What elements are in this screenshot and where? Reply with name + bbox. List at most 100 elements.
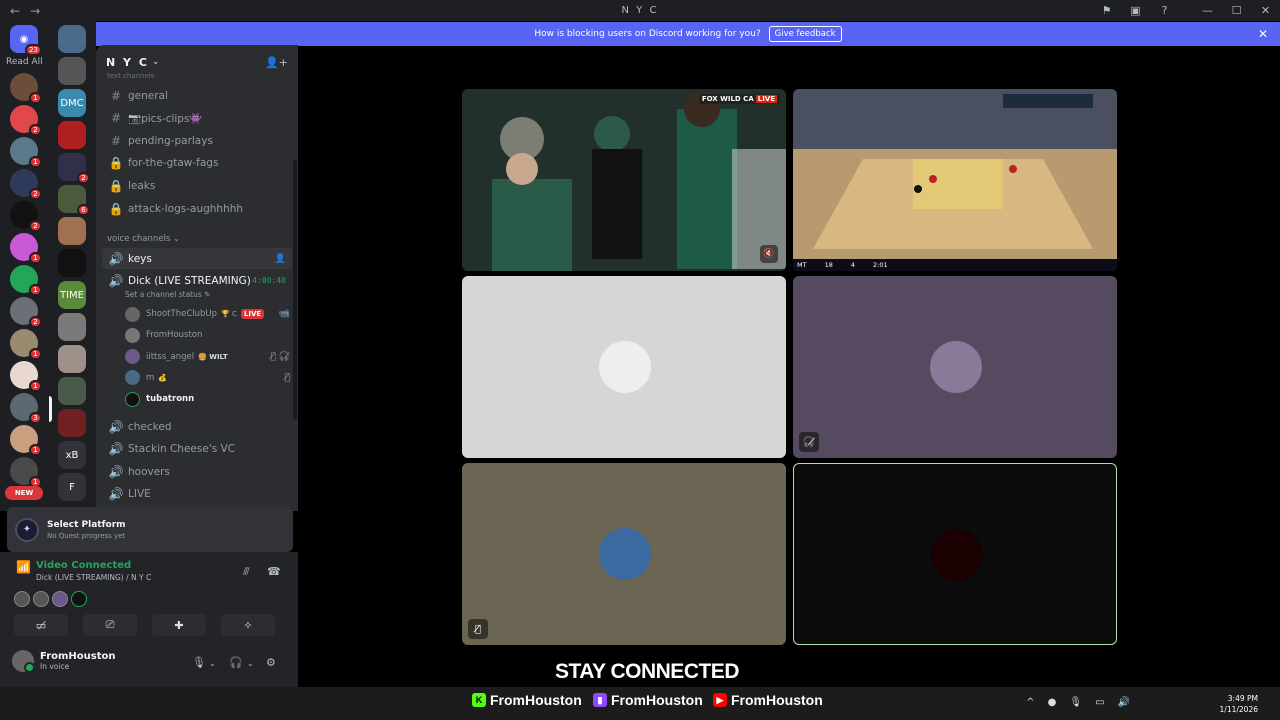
soundboard-icon[interactable]: ✧ [221,614,275,636]
camera-off-icon[interactable]: ▭̸ [14,614,68,636]
quest-card[interactable]: ✦ Select Platform No Quest progress yet [7,507,293,552]
read-all-button[interactable]: Read All [6,57,43,67]
participant-tile[interactable]: 🎙̸ [462,463,786,645]
avatar[interactable] [33,591,49,607]
server-icon[interactable]: 3 [10,393,42,424]
text-category[interactable]: text channels [107,72,154,80]
server-icon[interactable]: xB [58,441,86,469]
server-icon[interactable] [58,121,86,149]
voice-channel[interactable]: 🔊 Stackin Cheese's VC [102,439,292,460]
text-channel[interactable]: # 📷pics-clips👾 [102,108,292,129]
volume-icon[interactable]: 🔊 [1118,697,1130,708]
server-icon[interactable]: 2 [10,105,42,136]
invite-people-icon[interactable]: 👤+ [265,56,288,69]
server-icon[interactable]: 1 [10,329,42,360]
add-member-icon[interactable]: 👤 [275,254,286,264]
server-icon[interactable] [58,409,86,437]
user-area[interactable]: FromHouston In voice [12,650,116,673]
dm-home-button[interactable]: ◉ 23 [10,25,42,56]
chevron-up-icon[interactable]: ^ [1026,697,1034,708]
stream-tile[interactable]: FOX WILD CA LIVE 🔇 [462,89,786,271]
headphones-icon[interactable]: 🎧 [229,656,243,669]
avatar[interactable] [52,591,68,607]
flag-icon[interactable]: ⚑ [1092,4,1121,17]
close-banner-icon[interactable]: ✕ [1258,27,1268,41]
taskbar-clock[interactable]: 3:49 PM 1/11/2026 [1220,693,1258,715]
app-icon[interactable]: ● [1048,697,1057,708]
server-icon[interactable] [58,25,86,53]
server-icon[interactable]: 2 [10,201,42,232]
server-icon[interactable]: 1 [10,137,42,168]
voice-member[interactable]: m 💰 🎙̸ [125,369,290,387]
voice-member[interactable]: tubatronn [125,390,290,408]
server-icon[interactable]: F [58,473,86,501]
text-channel[interactable]: # pending-parlays [102,130,292,151]
text-channel[interactable]: 🔒 for-the-gtaw-fags [102,153,292,174]
stream-tile[interactable]: MT 18 4 2:01 [793,89,1117,271]
screen-share-icon[interactable]: ⎚ [83,614,137,636]
voice-member[interactable]: FromHouston [125,326,290,344]
avatar[interactable] [71,591,87,607]
participant-tile[interactable]: 🎧̸ [793,276,1117,458]
chevron-down-icon[interactable]: ⌄ [247,659,254,668]
server-icon[interactable] [58,217,86,245]
settings-gear-icon[interactable]: ⚙ [266,656,276,669]
text-channel[interactable]: 🔒 leaks [102,175,292,196]
voice-member[interactable]: iittss_angel 🍔 WILT 🎙̸ 🎧̸ [125,348,290,366]
server-icon[interactable]: TIME [58,281,86,309]
server-icon[interactable]: DMC [58,89,86,117]
microphone-icon[interactable]: 🎙 [1069,697,1082,708]
back-arrow-icon[interactable]: ← [10,4,20,18]
server-icon[interactable] [58,313,86,341]
signal-icon[interactable]: 📶 [16,560,36,582]
chevron-down-icon[interactable]: ⌄ [209,659,216,668]
muted-mic-icon: 🎙̸ [468,619,488,639]
network-icon[interactable]: ▭ [1095,697,1104,708]
server-icon[interactable] [58,249,86,277]
voice-channel-path[interactable]: Dick (LIVE STREAMING) / N Y C [36,573,151,582]
voice-channel[interactable]: 🔊 hoovers [102,461,292,482]
voice-channel-dick[interactable]: 🔊 Dick (LIVE STREAMING) 4:00:40 [102,270,292,291]
voice-member[interactable]: ShootTheClubUp 🏆 C LIVE 📹 [125,305,290,323]
avatar[interactable] [14,591,30,607]
volume-icon[interactable]: 🔇 [760,245,778,263]
server-icon[interactable]: 2 [10,169,42,200]
server-icon[interactable]: 6 [58,185,90,216]
server-icon[interactable]: 2 [58,153,90,184]
give-feedback-button[interactable]: Give feedback [768,26,842,42]
forward-arrow-icon[interactable]: → [30,4,40,18]
server-icon[interactable]: 2 [10,297,42,328]
server-icon[interactable] [58,57,86,85]
minimize-button[interactable]: — [1193,4,1222,17]
server-icon[interactable] [58,377,86,405]
text-channel[interactable]: # general [102,85,292,106]
channel-scrollbar[interactable] [293,160,297,420]
disconnect-icon[interactable]: ☎ [267,565,281,578]
activities-icon[interactable]: ✚ [152,614,206,636]
voice-channel[interactable]: 🔊 LIVE [102,484,292,505]
microphone-icon[interactable]: 🎙 [192,656,206,669]
server-icon[interactable] [58,345,86,373]
voice-channel[interactable]: 🔊 checked [102,416,292,437]
server-icon[interactable]: 1 [10,425,42,456]
avatar[interactable] [12,650,35,673]
voice-category[interactable]: voice channels ⌄ [107,234,180,244]
participant-tile-speaking[interactable] [793,463,1117,645]
inbox-icon[interactable]: ▣ [1121,4,1150,17]
server-icon[interactable]: 1 [10,73,42,104]
server-icon[interactable]: 1 [10,265,42,296]
voice-channel-keys[interactable]: 🔊 keys 👤 [102,248,292,269]
server-icon[interactable]: 1 [10,457,42,488]
new-unreads-pill[interactable]: NEW [5,486,43,500]
server-icon[interactable]: 1 [10,233,42,264]
close-window-button[interactable]: ✕ [1251,4,1280,17]
channel-status-input[interactable]: Set a channel status ✎ [125,290,210,299]
server-icon[interactable]: 1 [10,361,42,392]
noise-suppression-icon[interactable]: ⫻ [243,565,250,579]
help-icon[interactable]: ? [1150,4,1179,17]
avatar [125,306,140,322]
maximize-button[interactable]: ☐ [1222,4,1251,17]
text-channel[interactable]: 🔒 attack-logs-aughhhhh [102,198,292,219]
participant-tile[interactable] [462,276,786,458]
avatar [125,370,140,386]
